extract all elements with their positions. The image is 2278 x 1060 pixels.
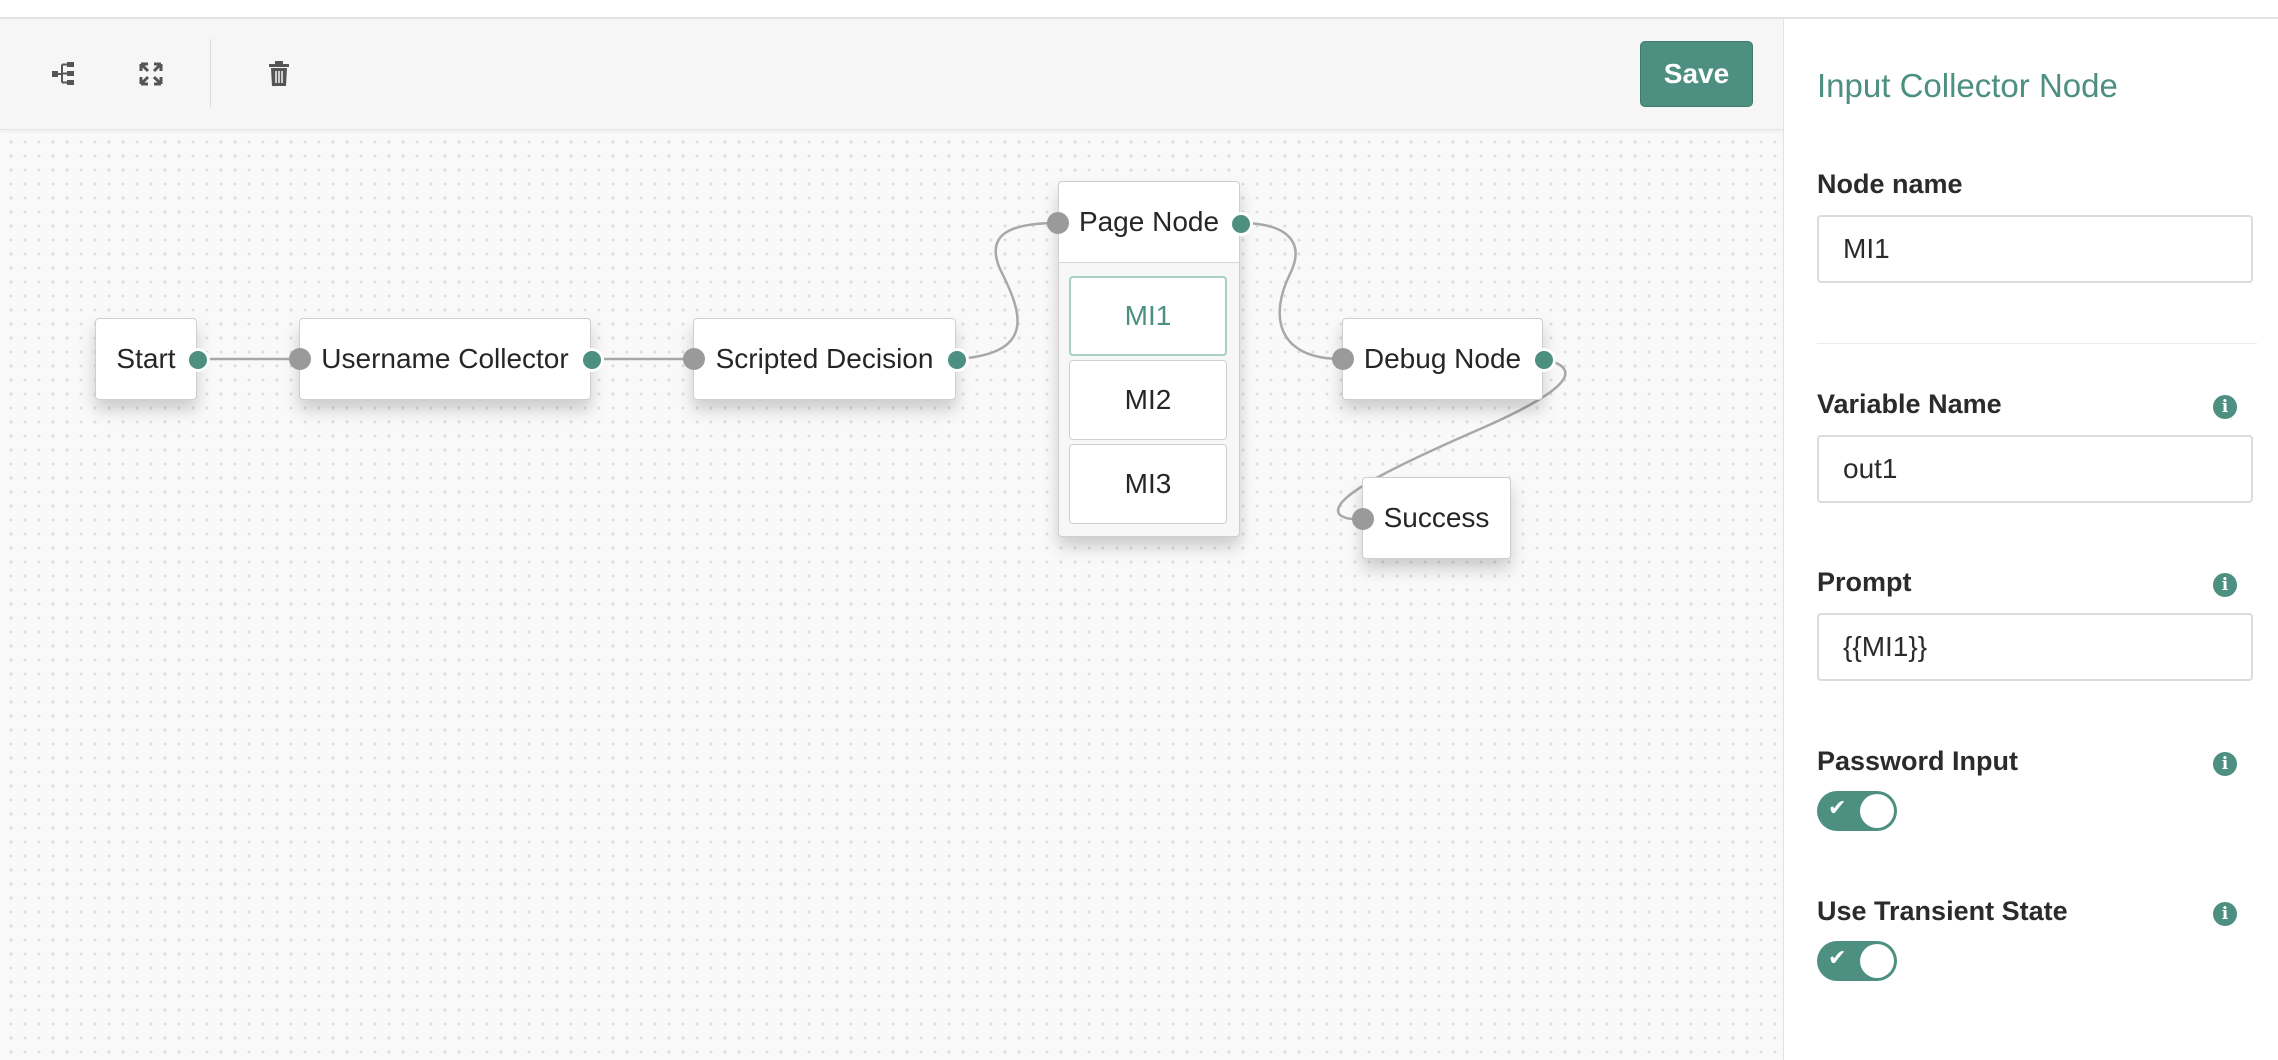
node-properties-panel: Input Collector Node Node name Variable … xyxy=(1783,19,2278,1060)
tree-layout-icon[interactable] xyxy=(47,57,81,91)
toggle-knob xyxy=(1860,794,1894,828)
scripted-decision-output-port[interactable] xyxy=(945,348,969,372)
scripted-decision-label: Scripted Decision xyxy=(715,343,934,374)
page-node-output-port[interactable] xyxy=(1229,212,1253,236)
page-child-node-mi3[interactable]: MI3 xyxy=(1069,444,1227,524)
debug-node-label: Debug Node xyxy=(1363,343,1522,374)
canvas-toolbar: Save xyxy=(0,19,1783,130)
trash-icon[interactable] xyxy=(262,57,296,91)
prompt-info-icon[interactable]: i xyxy=(2213,573,2237,597)
variable-name-field[interactable] xyxy=(1817,435,2253,503)
variable-name-info-icon[interactable]: i xyxy=(2213,395,2237,419)
scripted-decision-node[interactable]: Scripted Decision xyxy=(693,318,956,400)
success-node-label: Success xyxy=(1383,502,1490,533)
success-input-port[interactable] xyxy=(1352,508,1374,530)
page-node-header[interactable]: Page Node xyxy=(1059,182,1239,263)
page-child-label: MI3 xyxy=(1124,468,1172,499)
check-icon: ✔ xyxy=(1828,796,1847,821)
page-child-node-mi1[interactable]: MI1 xyxy=(1069,276,1227,356)
transient-state-toggle[interactable]: ✔ xyxy=(1817,941,1897,981)
node-name-field[interactable] xyxy=(1817,215,2253,283)
edge-page-debug xyxy=(1239,221,1343,361)
prompt-label: Prompt xyxy=(1817,567,1912,597)
toggle-knob xyxy=(1860,944,1894,978)
password-input-toggle[interactable]: ✔ xyxy=(1817,791,1897,831)
debug-node-output-port[interactable] xyxy=(1532,348,1556,372)
scripted-decision-input-port[interactable] xyxy=(683,348,705,370)
start-output-port[interactable] xyxy=(186,348,210,372)
panel-title: Input Collector Node xyxy=(1817,67,2118,104)
tree-canvas[interactable]: Save Start Username Collector Scripted D… xyxy=(0,19,1783,1060)
page-child-label: MI1 xyxy=(1124,300,1172,331)
save-button[interactable]: Save xyxy=(1640,41,1753,107)
transient-state-label: Use Transient State xyxy=(1817,896,2068,926)
check-icon: ✔ xyxy=(1828,946,1847,971)
username-collector-node[interactable]: Username Collector xyxy=(299,318,591,400)
debug-node[interactable]: Debug Node xyxy=(1342,318,1543,400)
debug-node-input-port[interactable] xyxy=(1332,348,1354,370)
password-input-label: Password Input xyxy=(1817,746,2019,776)
page-node-label: Page Node xyxy=(1078,206,1220,237)
toolbar-divider xyxy=(210,39,211,107)
start-node[interactable]: Start xyxy=(95,318,197,400)
fullscreen-icon[interactable] xyxy=(134,57,168,91)
page-node[interactable]: Page Node MI1 MI2 MI3 xyxy=(1058,181,1240,537)
page-child-node-mi2[interactable]: MI2 xyxy=(1069,360,1227,440)
page-node-input-port[interactable] xyxy=(1047,212,1069,234)
start-node-label: Start xyxy=(116,343,176,374)
variable-name-label: Variable Name xyxy=(1817,389,2002,419)
node-connections xyxy=(197,221,1567,521)
page-child-label: MI2 xyxy=(1124,384,1172,415)
username-collector-input-port[interactable] xyxy=(289,348,311,370)
success-node[interactable]: Success xyxy=(1362,477,1511,559)
username-collector-output-port[interactable] xyxy=(580,348,604,372)
transient-state-info-icon[interactable]: i xyxy=(2213,902,2237,926)
password-input-info-icon[interactable]: i xyxy=(2213,752,2237,776)
panel-divider xyxy=(1817,343,2257,344)
prompt-field[interactable] xyxy=(1817,613,2253,681)
edge-scripted-page xyxy=(955,221,1059,361)
username-collector-label: Username Collector xyxy=(321,343,569,374)
top-bar xyxy=(0,0,2278,19)
node-name-label: Node name xyxy=(1817,169,1963,199)
